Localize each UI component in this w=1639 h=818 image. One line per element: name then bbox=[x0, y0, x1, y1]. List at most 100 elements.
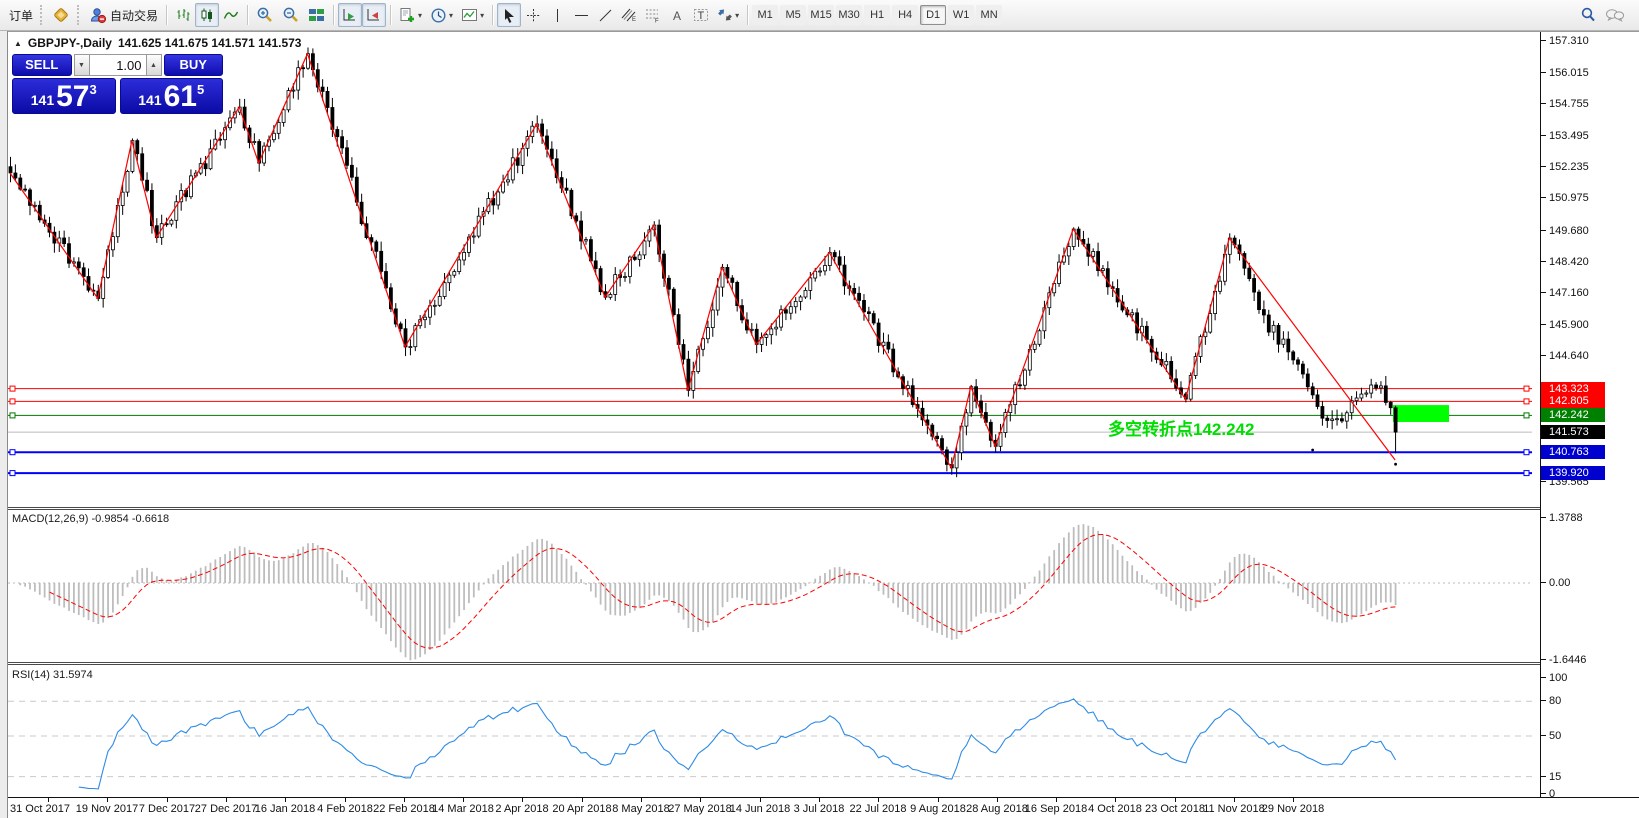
hline-handle[interactable] bbox=[10, 399, 15, 404]
trendline-tool-button[interactable] bbox=[593, 3, 617, 27]
date-tick bbox=[1175, 798, 1176, 802]
main-toolbar: 订单 自动交易 bbox=[0, 0, 1639, 31]
price-tick-label: 148.420 bbox=[1541, 256, 1589, 268]
price-axis[interactable]: 157.310156.015154.755153.495152.235150.9… bbox=[1540, 32, 1639, 818]
tab-timeframe-m30[interactable]: M30 bbox=[836, 5, 862, 25]
macd-indicator-label: MACD(12,26,9) -0.9854 -0.6618 bbox=[12, 513, 169, 525]
timeframe-bar: M1M5M15M30H1H4D1W1MN bbox=[752, 5, 1002, 25]
hline-handle[interactable] bbox=[10, 471, 15, 476]
rsi-axis-label: 80 bbox=[1541, 695, 1561, 707]
tile-windows-button[interactable] bbox=[304, 3, 329, 27]
price-tick-label: 149.680 bbox=[1541, 225, 1589, 237]
zoom-out-button[interactable] bbox=[278, 3, 304, 27]
rsi-axis-label: 50 bbox=[1541, 730, 1561, 742]
toolbar-grip bbox=[77, 5, 82, 25]
tab-timeframe-m5[interactable]: M5 bbox=[780, 5, 806, 25]
hline-handle[interactable] bbox=[1524, 450, 1529, 455]
metaeditor-button[interactable] bbox=[48, 3, 74, 27]
buy-price-box[interactable]: 141 61 5 bbox=[120, 78, 224, 114]
date-label: 3 Jul 2018 bbox=[794, 803, 845, 815]
hline-handle[interactable] bbox=[1524, 399, 1529, 404]
turning-point-annotation[interactable]: 多空转折点142.242 bbox=[1108, 415, 1254, 440]
dropdown-caret: ▾ bbox=[735, 11, 739, 20]
volume-down-button[interactable]: ▼ bbox=[74, 54, 90, 76]
rsi-axis-label: 15 bbox=[1541, 771, 1561, 783]
cursor-tool-button[interactable] bbox=[497, 3, 521, 27]
ohlc-values: 141.625 141.675 141.571 141.573 bbox=[118, 36, 302, 50]
sell-price-box[interactable]: 141 57 3 bbox=[12, 78, 116, 114]
price-tick-label: 153.495 bbox=[1541, 130, 1589, 142]
date-axis[interactable]: 31 Oct 201719 Nov 20177 Dec 201727 Dec 2… bbox=[8, 797, 1639, 818]
highlight-rectangle[interactable] bbox=[1393, 405, 1449, 422]
price-tag-139.920[interactable]: 139.920 bbox=[1541, 466, 1605, 480]
tab-timeframe-h1[interactable]: H1 bbox=[864, 5, 890, 25]
templates-button[interactable]: ▾ bbox=[395, 3, 426, 27]
price-tag-142.242[interactable]: 142.242 bbox=[1541, 408, 1605, 422]
tab-timeframe-w1[interactable]: W1 bbox=[948, 5, 974, 25]
indicators-icon bbox=[461, 7, 478, 24]
hline-handle[interactable] bbox=[10, 450, 15, 455]
search-icon bbox=[1579, 6, 1597, 24]
tab-timeframe-mn[interactable]: MN bbox=[976, 5, 1002, 25]
sell-button[interactable]: SELL bbox=[12, 54, 72, 76]
buy-price-main: 61 bbox=[164, 83, 197, 111]
template-icon bbox=[399, 7, 416, 24]
clock-icon bbox=[430, 7, 447, 24]
price-tag-140.763[interactable]: 140.763 bbox=[1541, 445, 1605, 459]
fibonacci-tool-button[interactable]: F bbox=[641, 3, 665, 27]
date-label: 22 Jul 2018 bbox=[850, 803, 907, 815]
candlestick-icon bbox=[199, 7, 215, 23]
chat-button[interactable] bbox=[1601, 3, 1629, 27]
text-tool-button[interactable]: A bbox=[665, 3, 689, 27]
pane-separator[interactable] bbox=[8, 662, 1540, 665]
chart-shift-button[interactable] bbox=[362, 3, 386, 27]
tab-timeframe-m15[interactable]: M15 bbox=[808, 5, 834, 25]
date-label: 7 Dec 2017 bbox=[139, 803, 195, 815]
date-tick bbox=[48, 798, 49, 802]
vertical-line-icon bbox=[550, 8, 565, 23]
rsi-indicator-label: RSI(14) 31.5974 bbox=[12, 669, 93, 681]
date-label: 16 Jan 2018 bbox=[255, 803, 316, 815]
pane-separator[interactable] bbox=[8, 507, 1540, 510]
tab-timeframe-h4[interactable]: H4 bbox=[892, 5, 918, 25]
zigzag-line[interactable] bbox=[10, 54, 1395, 468]
hline-handle[interactable] bbox=[1524, 413, 1529, 418]
auto-scroll-button[interactable] bbox=[338, 3, 362, 27]
tab-timeframe-m1[interactable]: M1 bbox=[752, 5, 778, 25]
horizontal-line-tool-button[interactable] bbox=[569, 3, 593, 27]
channel-tool-button[interactable]: E bbox=[617, 3, 641, 27]
toolbar-separator bbox=[333, 5, 334, 25]
price-tag-141.573[interactable]: 141.573 bbox=[1541, 425, 1605, 439]
volume-up-button[interactable]: ▲ bbox=[146, 54, 162, 76]
main-price-chart[interactable] bbox=[8, 32, 1540, 507]
price-tag-142.805[interactable]: 142.805 bbox=[1541, 394, 1605, 408]
search-button[interactable] bbox=[1575, 3, 1601, 27]
line-chart-mode-button[interactable] bbox=[219, 3, 243, 27]
date-tick bbox=[463, 798, 464, 802]
indicators-button[interactable]: ▾ bbox=[457, 3, 488, 27]
vertical-line-tool-button[interactable] bbox=[545, 3, 569, 27]
zoom-in-button[interactable] bbox=[252, 3, 278, 27]
hline-handle[interactable] bbox=[1524, 471, 1529, 476]
date-label: 23 Oct 2018 bbox=[1145, 803, 1205, 815]
crosshair-tool-button[interactable] bbox=[521, 3, 545, 27]
bar-chart-mode-button[interactable] bbox=[171, 3, 195, 27]
text-label-tool-button[interactable]: T bbox=[689, 3, 713, 27]
trendline-icon bbox=[598, 8, 613, 23]
new-order-button[interactable]: 订单 bbox=[2, 3, 37, 27]
hline-handle[interactable] bbox=[1524, 386, 1529, 391]
rsi-axis-label: 100 bbox=[1541, 672, 1567, 684]
candlestick-mode-button[interactable] bbox=[195, 3, 219, 27]
date-tick bbox=[1293, 798, 1294, 802]
svg-text:A: A bbox=[673, 9, 681, 23]
hline-handle[interactable] bbox=[10, 386, 15, 391]
period-button[interactable]: ▾ bbox=[426, 3, 457, 27]
arrows-tool-button[interactable]: ▾ bbox=[713, 3, 743, 27]
horizontal-lines-layer[interactable] bbox=[8, 386, 1532, 476]
autotrading-button[interactable]: 自动交易 bbox=[85, 3, 162, 27]
tab-timeframe-d1[interactable]: D1 bbox=[920, 5, 946, 25]
hline-handle[interactable] bbox=[10, 413, 15, 418]
buy-button[interactable]: BUY bbox=[164, 54, 224, 76]
collapse-panel-icon[interactable]: ▲ bbox=[14, 39, 22, 48]
volume-input[interactable] bbox=[90, 54, 146, 76]
